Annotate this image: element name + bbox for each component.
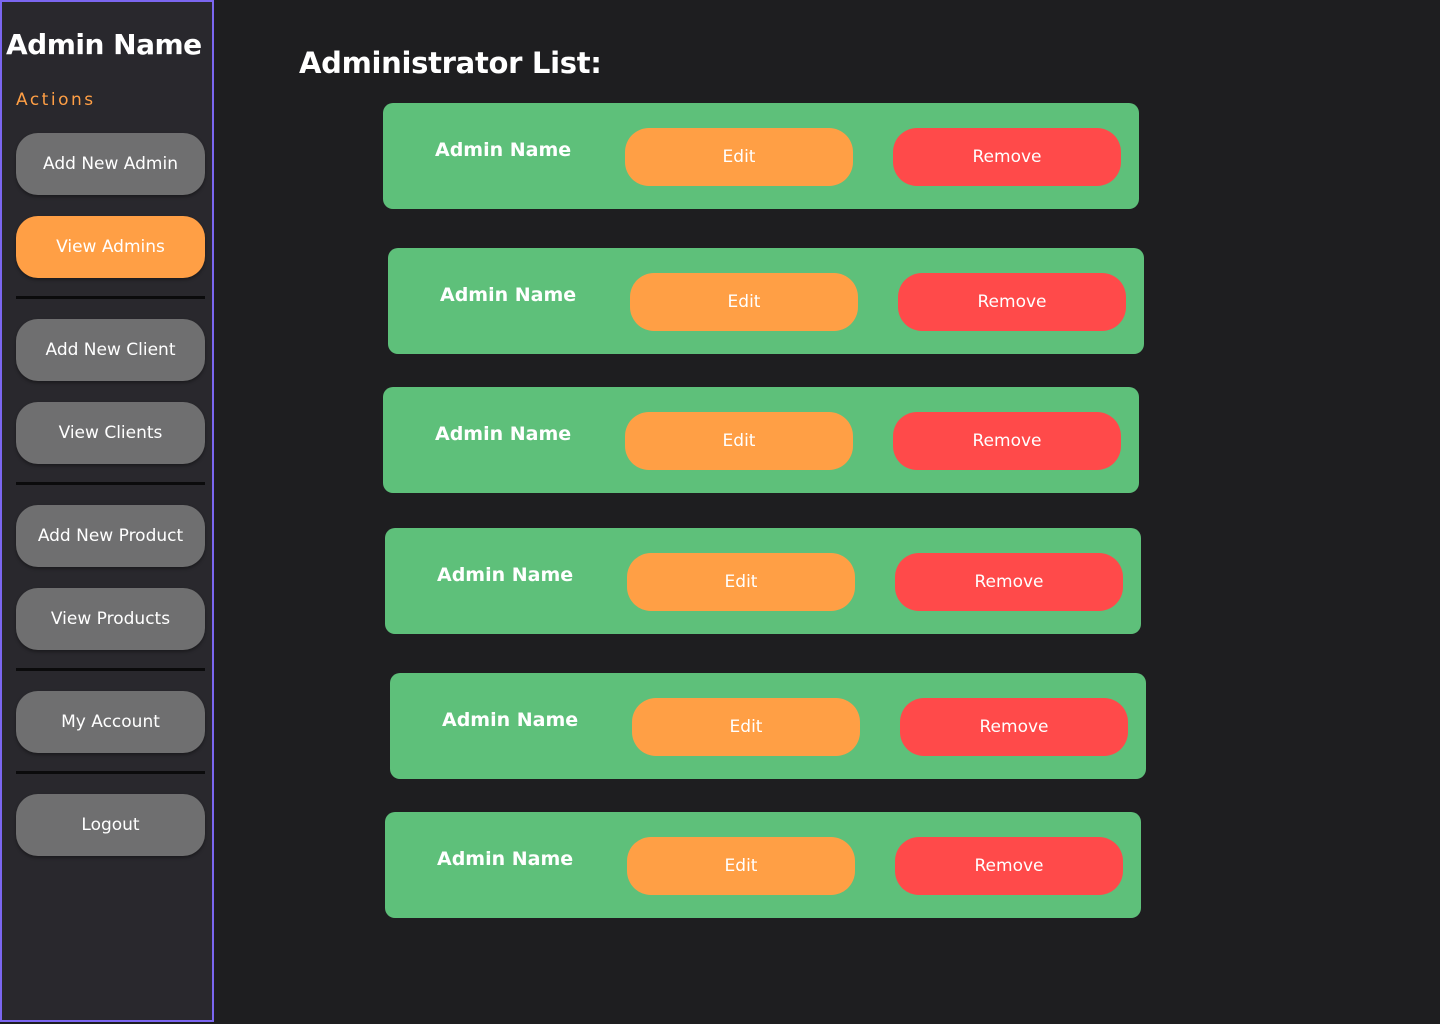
admin-list-item: Admin Name Edit Remove [383,387,1139,493]
remove-button[interactable]: Remove [893,128,1121,186]
remove-button[interactable]: Remove [895,553,1123,611]
admin-list-item: Admin Name Edit Remove [383,103,1139,209]
view-clients-button[interactable]: View Clients [16,402,205,464]
edit-button[interactable]: Edit [627,837,855,895]
actions-label: Actions [16,90,96,110]
view-products-button[interactable]: View Products [16,588,205,650]
remove-button[interactable]: Remove [895,837,1123,895]
sidebar-divider [16,668,205,671]
admin-list-item: Admin Name Edit Remove [390,673,1146,779]
logout-button[interactable]: Logout [16,794,205,856]
admin-name-label: Admin Name [437,848,574,870]
admin-name-label: Admin Name [437,564,574,586]
admin-list-item: Admin Name Edit Remove [385,528,1141,634]
edit-button[interactable]: Edit [630,273,858,331]
edit-button[interactable]: Edit [625,412,853,470]
admin-name-label: Admin Name [435,139,572,161]
sidebar-divider [16,482,205,485]
admin-name-label: Admin Name [442,709,579,731]
sidebar-divider [16,296,205,299]
edit-button[interactable]: Edit [627,553,855,611]
admin-name-label: Admin Name [435,423,572,445]
admin-name-label: Admin Name [440,284,577,306]
page-title: Administrator List: [299,46,602,80]
edit-button[interactable]: Edit [625,128,853,186]
remove-button[interactable]: Remove [898,273,1126,331]
add-new-client-button[interactable]: Add New Client [16,319,205,381]
view-admins-button[interactable]: View Admins [16,216,205,278]
sidebar-divider [16,771,205,774]
add-new-admin-button[interactable]: Add New Admin [16,133,205,195]
admin-list-item: Admin Name Edit Remove [388,248,1144,354]
remove-button[interactable]: Remove [900,698,1128,756]
admin-name-heading: Admin Name [6,28,202,61]
edit-button[interactable]: Edit [632,698,860,756]
my-account-button[interactable]: My Account [16,691,205,753]
remove-button[interactable]: Remove [893,412,1121,470]
add-new-product-button[interactable]: Add New Product [16,505,205,567]
admin-list-item: Admin Name Edit Remove [385,812,1141,918]
sidebar: Admin Name Actions Add New Admin View Ad… [0,0,214,1022]
